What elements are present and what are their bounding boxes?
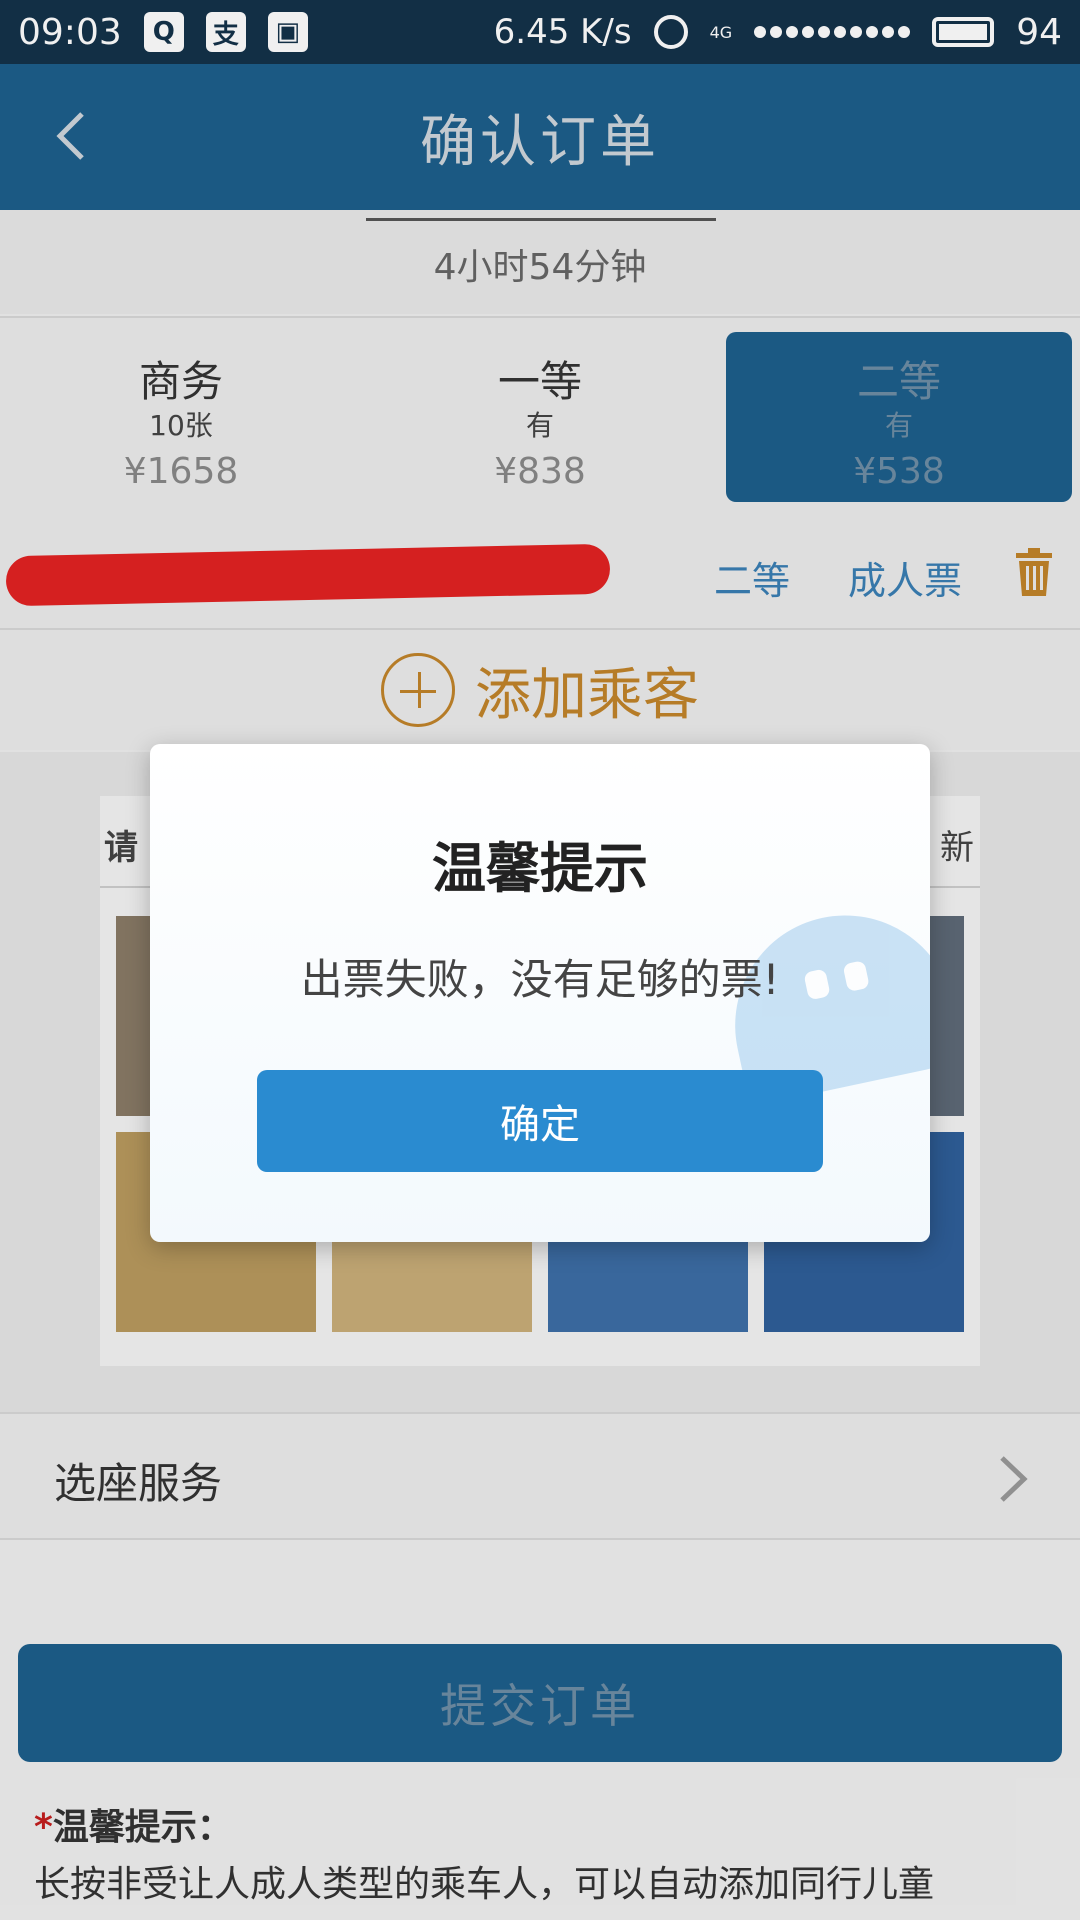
dialog-confirm-button[interactable]: 确定 bbox=[257, 1070, 823, 1172]
dialog-message: 出票失败，没有足够的票! bbox=[300, 955, 780, 1004]
dialog-title: 温馨提示 bbox=[432, 837, 648, 900]
alert-dialog: 温馨提示 出票失败，没有足够的票! 确定 bbox=[150, 744, 930, 1242]
